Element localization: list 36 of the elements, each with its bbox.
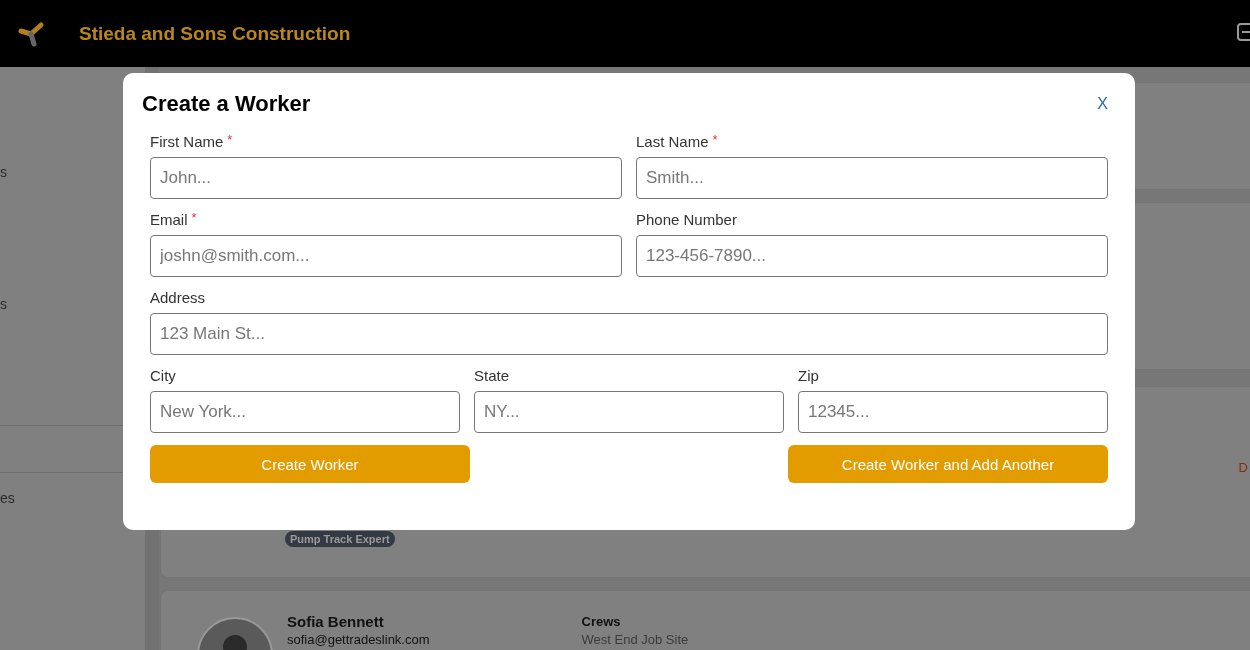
create-button[interactable]: Create Worker [150, 445, 470, 483]
required-mark: * [227, 133, 233, 146]
worker-email: sofia@gettradeslink.com [287, 632, 430, 647]
skill-tag: Pump Track Expert [285, 531, 395, 547]
sidebar-item[interactable]: s [0, 164, 7, 180]
logo-icon [17, 19, 45, 48]
required-mark: * [712, 133, 718, 146]
field-label: Phone Number [636, 211, 737, 228]
sidebar-item[interactable]: s [0, 296, 7, 312]
create-button[interactable]: Create Worker and Add Another [788, 445, 1108, 483]
field-label: Email [150, 211, 188, 228]
crews-label: Crews [581, 614, 622, 629]
field-label: State [474, 367, 510, 384]
input-field[interactable]: John... [150, 157, 622, 199]
input-field[interactable]: joshn@smith.com... [150, 235, 622, 277]
avatar-icon [197, 617, 273, 650]
input-field[interactable]: 123-456-7890... [636, 235, 1108, 277]
company-name: Stieda and Sons Construction [79, 22, 351, 45]
delete-link[interactable]: D [1238, 460, 1248, 475]
input-field[interactable]: 12345... [798, 391, 1108, 433]
input-field[interactable]: 123 Main St... [150, 313, 1108, 355]
worker-name: Sofia Bennett [287, 613, 385, 630]
crew-name: West End Job Site [581, 632, 689, 647]
field-label: Zip [798, 367, 819, 384]
input-field[interactable]: New York... [150, 391, 460, 433]
field-label: First Name [150, 133, 224, 150]
field-label: Last Name [636, 133, 709, 150]
logout-icon[interactable] [1236, 22, 1250, 42]
dialog-title: Create a Worker [142, 91, 311, 117]
field-label: City [150, 367, 176, 384]
required-mark: * [191, 211, 197, 224]
close-button[interactable]: X [1097, 95, 1108, 113]
input-field[interactable]: NY... [474, 391, 784, 433]
field-label: Address [150, 289, 206, 306]
sidebar-item[interactable]: es [0, 490, 15, 506]
input-field[interactable]: Smith... [636, 157, 1108, 199]
